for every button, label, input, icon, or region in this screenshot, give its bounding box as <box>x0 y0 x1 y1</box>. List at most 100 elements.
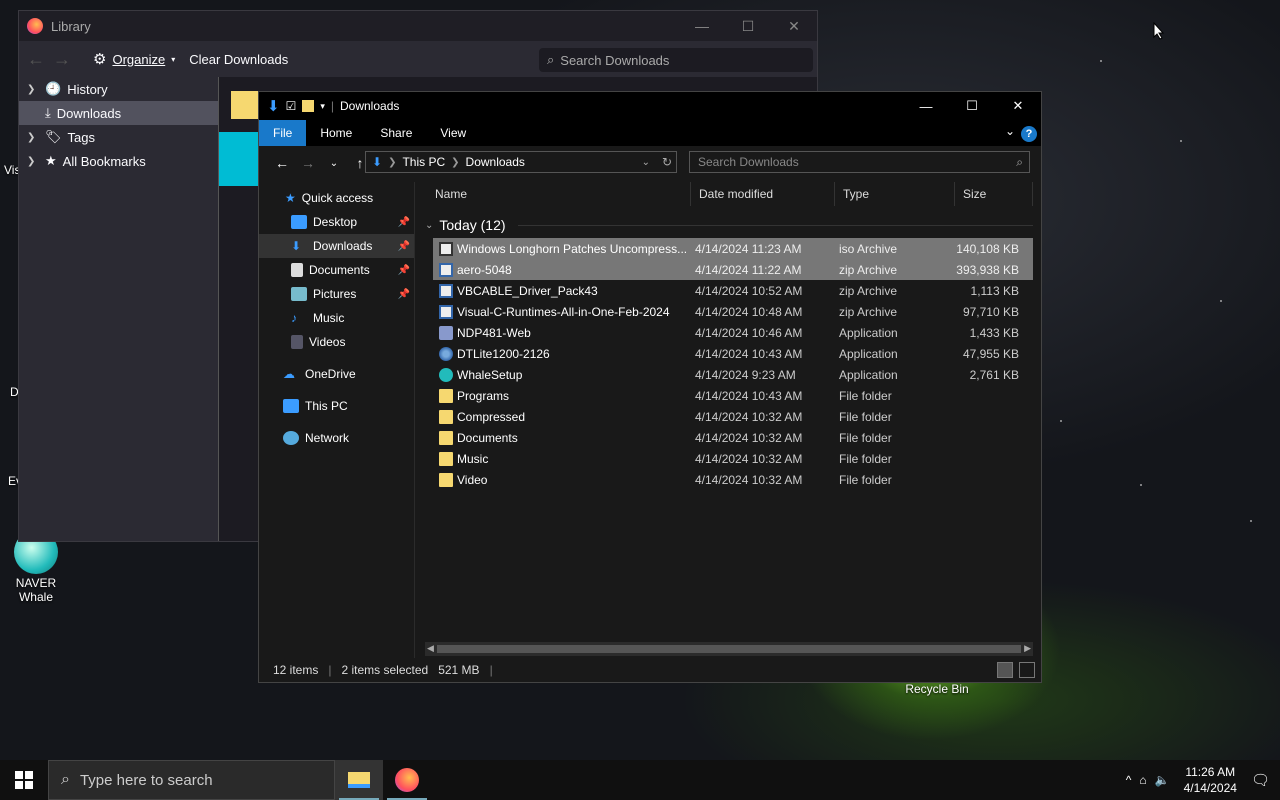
chevron-up-icon[interactable]: ^ <box>1126 773 1132 787</box>
file-row[interactable]: DTLite1200-2126 4/14/2024 10:43 AM Applica… <box>433 343 1033 364</box>
sidebar-item-history[interactable]: ❯ 🕘 History <box>19 77 218 101</box>
breadcrumb-separator[interactable]: ❯ <box>388 157 396 168</box>
sidebar-item-all-bookmarks[interactable]: ❯ ★ All Bookmarks <box>19 149 218 173</box>
library-title: Library <box>51 18 91 34</box>
address-bar[interactable]: ⬇ ❯ This PC ❯ Downloads ⌄ ↻ <box>365 151 677 173</box>
file-row[interactable]: Music 4/14/2024 10:32 AM File folder <box>433 448 1033 469</box>
chevron-right-icon[interactable]: ❯ <box>27 156 39 167</box>
horizontal-scrollbar[interactable]: ◀ ▶ <box>425 642 1033 656</box>
taskbar-firefox[interactable] <box>383 760 431 800</box>
forward-button[interactable]: → <box>295 155 321 171</box>
network-icon[interactable]: ⌂ <box>1139 773 1146 787</box>
taskbar-file-explorer[interactable] <box>335 760 383 800</box>
firefox-icon <box>27 18 43 34</box>
nav-pictures[interactable]: Pictures 📌 <box>259 282 414 306</box>
nav-music[interactable]: ♪ Music <box>259 306 414 330</box>
file-row[interactable]: Visual-C-Runtimes-All-in-One-Feb-2024 4/1… <box>433 301 1033 322</box>
tab-home[interactable]: Home <box>306 120 366 146</box>
notification-icon[interactable]: 🗨 <box>1251 771 1270 789</box>
close-button[interactable]: ✕ <box>995 92 1041 120</box>
nav-videos[interactable]: Videos <box>259 330 414 354</box>
explorer-titlebar[interactable]: ⬇ ☑ ▾ | Downloads — ☐ ✕ <box>259 92 1041 120</box>
file-row[interactable]: Programs 4/14/2024 10:43 AM File folder <box>433 385 1033 406</box>
column-header-type[interactable]: Type <box>835 182 955 206</box>
sidebar-item-label: History <box>67 81 108 97</box>
minimize-button[interactable]: — <box>679 11 725 41</box>
scroll-left-icon[interactable]: ◀ <box>427 643 434 654</box>
help-icon[interactable]: ? <box>1021 126 1037 142</box>
chevron-right-icon[interactable]: ❯ <box>27 132 39 143</box>
clock[interactable]: 11:26 AM 4/14/2024 <box>1184 764 1237 796</box>
maximize-button[interactable]: ☐ <box>949 92 995 120</box>
file-row[interactable]: Windows Longhorn Patches Uncompress... 4/… <box>433 238 1033 259</box>
chevron-right-icon[interactable]: ❯ <box>27 84 39 95</box>
explorer-window[interactable]: ⬇ ☑ ▾ | Downloads — ☐ ✕ File Home Share … <box>258 91 1042 683</box>
tab-view[interactable]: View <box>426 120 480 146</box>
nav-desktop[interactable]: Desktop 📌 <box>259 210 414 234</box>
nav-downloads[interactable]: ⬇ Downloads 📌 <box>259 234 414 258</box>
file-name: NDP481-Web <box>457 325 531 340</box>
volume-icon[interactable]: 🔈 <box>1155 773 1170 787</box>
file-row[interactable]: aero-5048 4/14/2024 11:22 AM zip Archive 39… <box>433 259 1033 280</box>
sidebar-item-downloads[interactable]: ⤓ Downloads <box>19 101 218 125</box>
large-icons-view-button[interactable] <box>1019 662 1035 678</box>
new-folder-icon[interactable] <box>302 100 315 112</box>
file-date: 4/14/2024 10:52 AM <box>695 283 803 298</box>
file-row[interactable]: Video 4/14/2024 10:32 AM File folder <box>433 469 1033 490</box>
tab-share[interactable]: Share <box>366 120 426 146</box>
chevron-down-icon[interactable]: ⌄ <box>425 220 433 231</box>
breadcrumb-this-pc[interactable]: This PC <box>402 155 445 169</box>
start-button[interactable] <box>0 760 48 800</box>
minimize-button[interactable]: — <box>903 92 949 120</box>
nav-onedrive[interactable]: ☁ OneDrive <box>259 362 414 386</box>
properties-icon[interactable]: ☑ <box>286 99 297 113</box>
chevron-down-icon[interactable]: ⌄ <box>642 157 650 168</box>
file-name-cell: Video <box>433 472 689 487</box>
scrollbar-thumb[interactable] <box>437 645 1021 653</box>
expand-ribbon-icon[interactable]: ⌄ <box>1005 124 1015 138</box>
column-header-date[interactable]: Date modified <box>691 182 835 206</box>
back-button[interactable]: ← <box>269 155 295 171</box>
refresh-icon[interactable]: ↻ <box>662 155 672 169</box>
taskbar-search-box[interactable]: ⌕ Type here to search <box>48 760 335 800</box>
tab-file[interactable]: File <box>259 120 307 146</box>
organize-button[interactable]: ⚙ Organize ▾ <box>93 50 175 68</box>
file-row[interactable]: VBCABLE_Driver_Pack43 4/14/2024 10:52 AM z… <box>433 280 1033 301</box>
close-button[interactable]: ✕ <box>771 11 817 41</box>
details-view-button[interactable] <box>997 662 1013 678</box>
desktop-icon-recycle-bin[interactable]: Recycle Bin <box>897 682 977 696</box>
file-row[interactable]: WhaleSetup 4/14/2024 9:23 AM Application 2,… <box>433 364 1033 385</box>
file-row[interactable]: Documents 4/14/2024 10:32 AM File folder <box>433 427 1033 448</box>
nav-network[interactable]: Network <box>259 426 414 450</box>
folder-icon <box>348 772 370 788</box>
sidebar-item-tags[interactable]: ❯ 🏷 Tags <box>19 125 218 149</box>
file-row[interactable]: Compressed 4/14/2024 10:32 AM File folder <box>433 406 1033 427</box>
forward-arrow-icon[interactable]: → <box>53 49 79 70</box>
clock-date: 4/14/2024 <box>1183 781 1237 795</box>
download-item[interactable] <box>219 132 259 186</box>
back-arrow-icon[interactable]: ← <box>27 49 53 70</box>
zip-file-icon <box>439 283 453 298</box>
scroll-right-icon[interactable]: ▶ <box>1024 643 1031 654</box>
clear-downloads-button[interactable]: Clear Downloads <box>189 52 288 67</box>
file-name: Windows Longhorn Patches Uncompress... <box>457 241 688 256</box>
column-header-size[interactable]: Size <box>955 182 1033 206</box>
breadcrumb-separator[interactable]: ❯ <box>451 157 459 168</box>
file-name: VBCABLE_Driver_Pack43 <box>457 283 598 298</box>
maximize-button[interactable]: ☐ <box>725 11 771 41</box>
group-header-today[interactable]: ⌄ Today (12) <box>417 212 1033 238</box>
library-search-input[interactable]: ⌕ Search Downloads <box>539 48 813 72</box>
nav-quick-access[interactable]: ★ Quick access <box>259 186 414 210</box>
cloud-icon: ☁ <box>283 367 295 381</box>
recent-locations-icon[interactable]: ⌄ <box>321 158 347 169</box>
column-header-name[interactable]: Name <box>417 182 691 206</box>
breadcrumb-downloads[interactable]: Downloads <box>466 155 525 169</box>
nav-documents[interactable]: Documents 📌 <box>259 258 414 282</box>
library-titlebar[interactable]: Library — ☐ ✕ <box>19 11 817 41</box>
folder-file-icon <box>439 472 453 487</box>
download-item[interactable] <box>231 91 259 119</box>
nav-this-pc[interactable]: This PC <box>259 394 414 418</box>
customize-toolbar-icon[interactable]: ▾ <box>320 101 325 112</box>
file-row[interactable]: NDP481-Web 4/14/2024 10:46 AM Application 1… <box>433 322 1033 343</box>
explorer-search-input[interactable]: Search Downloads ⌕ <box>689 151 1030 173</box>
